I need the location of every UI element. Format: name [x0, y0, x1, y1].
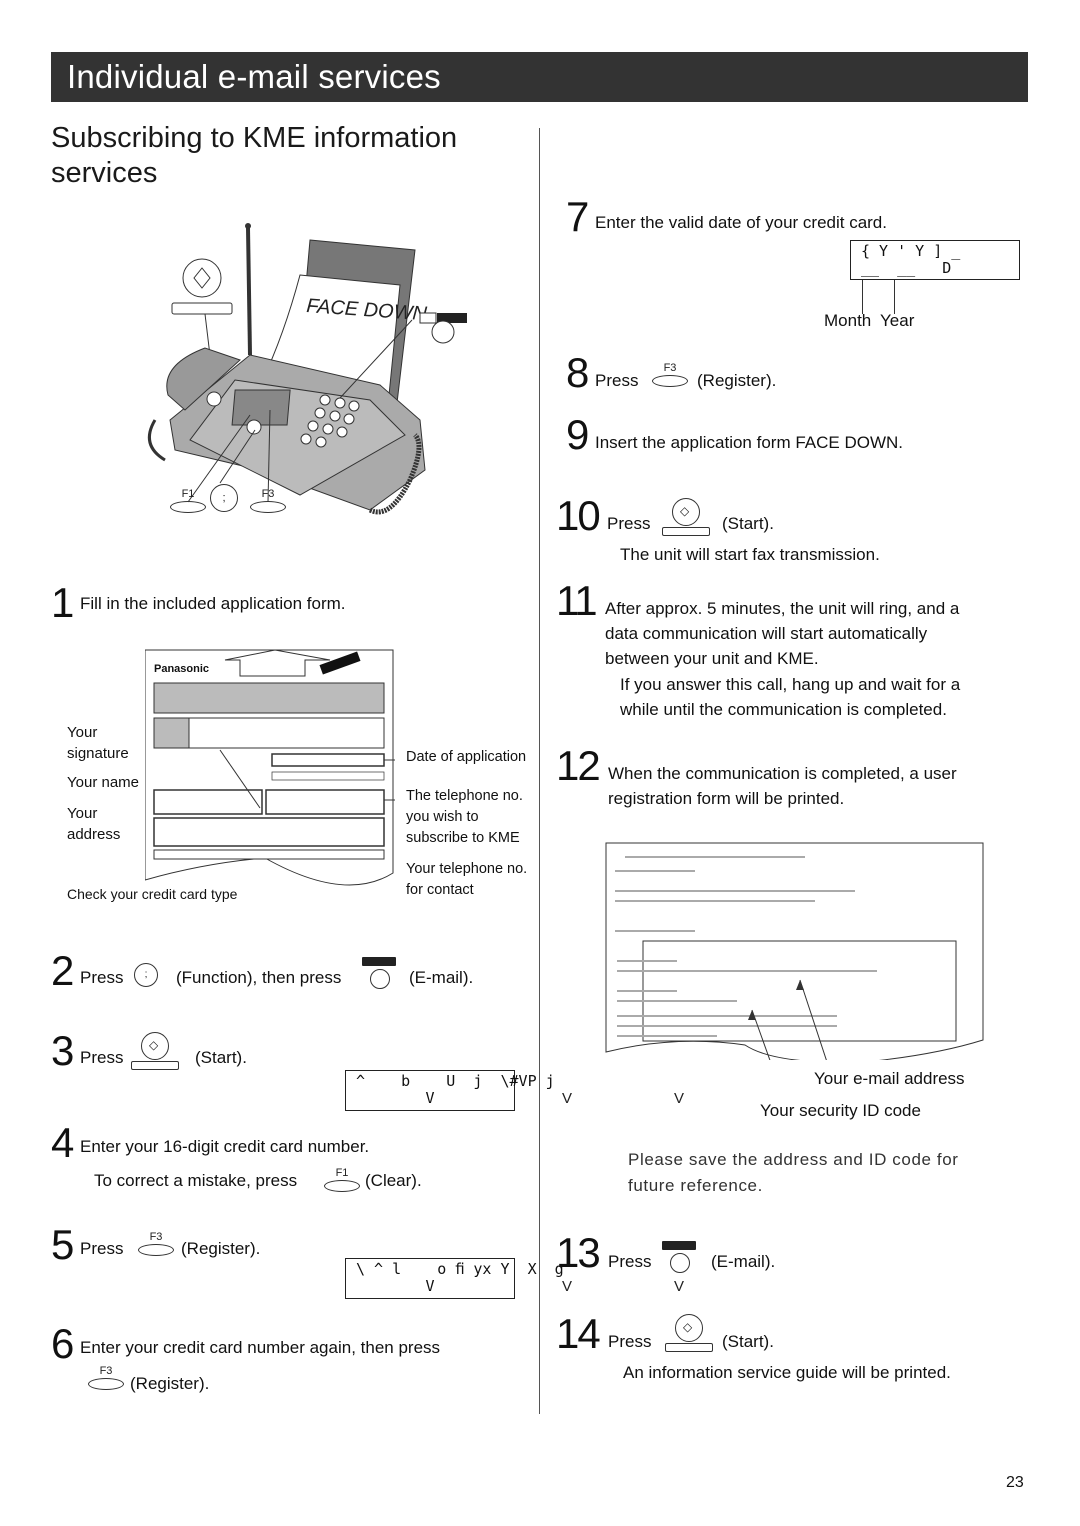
column-divider — [539, 128, 540, 1414]
callout-your-address: Your address — [67, 805, 121, 843]
section-header-bar: Individual e-mail services — [51, 52, 1028, 102]
callout-your-signature: Your signature — [67, 724, 129, 762]
step-6-number: 6 — [51, 1320, 74, 1367]
step-10-press: Press — [607, 514, 651, 533]
step-9-number: 9 — [566, 411, 589, 458]
f1-key-callout: F1 — [168, 489, 208, 515]
start-key-icon: ◇ — [662, 492, 710, 536]
header-title: Individual e-mail services — [67, 58, 441, 95]
label-month: Month — [824, 311, 872, 330]
step-14-post: (Start). — [722, 1332, 774, 1351]
email-key-icon — [662, 1241, 696, 1275]
step-3-number: 3 — [51, 1027, 74, 1074]
step-4-number: 4 — [51, 1119, 74, 1166]
lcd-display-step-7: { Y ' Y ] _ __ __ D — [850, 240, 1020, 280]
step-1-number: 1 — [51, 579, 74, 626]
callout-contact-telephone: Your telephone no. for contact — [406, 861, 528, 898]
callout-credit-card-type: Check your credit card type — [67, 886, 238, 902]
step-7-text: Enter the valid date of your credit card… — [595, 213, 887, 232]
step-2-number: 2 — [51, 947, 74, 994]
fax-machine-illustration: FACE DOWN — [147, 223, 467, 515]
callout-subscribe-telephone: The telephone no. you wish to subscribe … — [406, 788, 523, 846]
application-form-figure: Panasonic — [145, 649, 395, 886]
step-10-number: 10 — [556, 492, 601, 539]
step-14-press: Press — [608, 1332, 652, 1351]
page-number: 23 — [1006, 1474, 1024, 1491]
step-3-press: Press — [80, 1048, 124, 1067]
step-12-text: When the communication is completed, a u… — [608, 764, 957, 808]
step-2-mid: (Function), then press — [176, 968, 342, 987]
step-2-press: Press — [80, 968, 124, 987]
callout-date-of-application: Date of application — [406, 749, 527, 765]
f3-register-key-icon: F3 — [650, 363, 690, 389]
function-key-icon: ; — [134, 963, 158, 987]
step-4-sub-pre: To correct a mistake, press — [94, 1171, 298, 1190]
form-brand: Panasonic — [154, 663, 209, 675]
step-3-post: (Start). — [195, 1048, 247, 1067]
step-11-sub: If you answer this call, hang up and wai… — [620, 675, 961, 719]
page-title: Subscribing to KME information services — [51, 122, 458, 189]
callout-your-name: Your name — [67, 774, 139, 791]
step-13-number: 13 — [556, 1229, 601, 1276]
step-1-text: Fill in the included application form. — [80, 594, 346, 613]
lcd-display-step-3: ^ b U j \#VP jV — [345, 1070, 555, 1111]
start-key-icon: ◇ — [665, 1308, 713, 1352]
step-11-text: After approx. 5 minutes, the unit will r… — [605, 599, 960, 668]
step-14-sub: An information service guide will be pri… — [623, 1363, 951, 1382]
step-10-post: (Start). — [722, 514, 774, 533]
step-6-text: Enter your credit card number again, the… — [80, 1338, 441, 1357]
lcd-display-step-5: \ ^ l o ﬁ yx Y X gV — [345, 1258, 564, 1299]
email-key-callout — [431, 320, 455, 344]
step-9-text: Insert the application form FACE DOWN. — [595, 433, 903, 452]
step-5-number: 5 — [51, 1221, 74, 1268]
step-8-press: Press — [595, 371, 639, 390]
mark-v: V — [562, 1278, 573, 1295]
step-5-press: Press — [80, 1239, 124, 1258]
email-key-icon — [362, 957, 396, 991]
step-4-text: Enter your 16-digit credit card number. — [80, 1137, 370, 1156]
step-14-number: 14 — [556, 1310, 601, 1357]
year-leader — [894, 280, 895, 314]
step-2-post: (E-mail). — [409, 968, 474, 987]
step-8-number: 8 — [566, 349, 589, 396]
registration-printout-figure — [605, 842, 984, 1060]
label-year: Year — [880, 311, 915, 330]
start-key-callout — [182, 258, 222, 298]
step-6-post: (Register). — [130, 1374, 210, 1393]
step-11-number: 11 — [556, 577, 598, 624]
antenna — [246, 227, 252, 356]
f3-key-callout: F3 — [248, 489, 288, 515]
step-4-sub-post: (Clear). — [365, 1171, 422, 1190]
callout-your-email-address: Your e-mail address — [814, 1069, 965, 1088]
start-key-icon: ◇ — [131, 1026, 179, 1070]
month-leader — [862, 280, 863, 314]
f3-register-key-icon: F3 — [86, 1366, 126, 1392]
function-key-callout: ; — [210, 484, 238, 512]
step-13-post: (E-mail). — [711, 1252, 776, 1271]
f3-register-key-icon: F3 — [136, 1232, 176, 1258]
save-reference-note: Please save the address and ID code for … — [628, 1150, 959, 1195]
step-13-press: Press — [608, 1252, 652, 1271]
step-8-post: (Register). — [697, 371, 777, 390]
mark-v: V — [562, 1090, 573, 1107]
step-10-sub: The unit will start fax transmission. — [620, 545, 880, 564]
mark-v: V — [674, 1278, 685, 1295]
f1-clear-key-icon: F1 — [322, 1168, 362, 1194]
step-12-number: 12 — [556, 742, 601, 789]
mark-v: V — [674, 1090, 685, 1107]
step-7-number: 7 — [566, 193, 589, 240]
callout-security-id-code: Your security ID code — [760, 1101, 921, 1120]
step-5-post: (Register). — [181, 1239, 261, 1258]
